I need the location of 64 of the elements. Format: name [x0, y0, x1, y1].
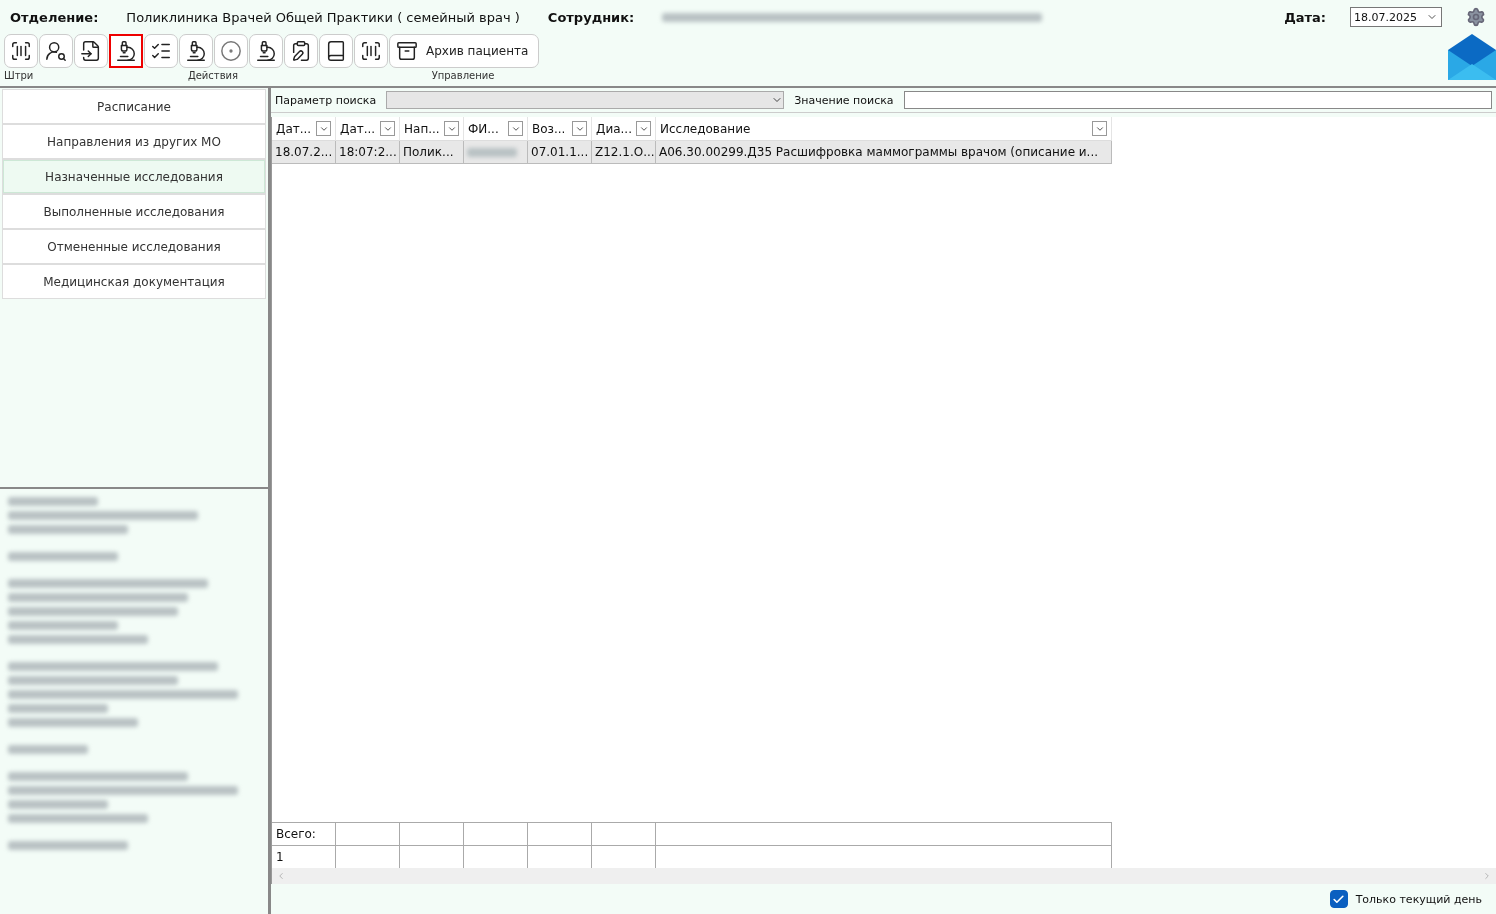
checkbox[interactable]	[1329, 890, 1348, 908]
sidebar-item[interactable]: Выполненные исследования	[2, 194, 266, 229]
document-icon	[80, 40, 102, 62]
search-value-label: Значение поиска	[794, 93, 894, 107]
microscope-icon	[185, 40, 207, 62]
toolbar-button[interactable]	[319, 34, 353, 68]
total-label: Всего:	[272, 822, 336, 845]
toolbar-button[interactable]	[284, 34, 318, 68]
date-label: Дата:	[1284, 9, 1326, 25]
department-name: Поликлиника Врачей Общей Практики ( семейный врач )	[126, 9, 520, 25]
table-cell: 18:07:2...	[336, 141, 400, 164]
group-label: Управление	[430, 69, 496, 81]
sidebar-item[interactable]: Назначенные исследования	[2, 159, 266, 194]
table-cell	[464, 822, 528, 845]
filter-button[interactable]	[636, 121, 651, 136]
clipboard-icon	[290, 40, 312, 62]
filter-button[interactable]	[316, 121, 331, 136]
date-field[interactable]: 18.07.2025	[1350, 7, 1442, 27]
checkbox-label: Только текущий день	[1355, 892, 1482, 906]
sidebar-item[interactable]: Расписание	[2, 89, 266, 124]
search-value-field[interactable]	[903, 91, 1492, 109]
barcode-icon	[10, 40, 32, 62]
table-cell	[528, 822, 592, 845]
archive-icon	[396, 40, 418, 62]
envelope-icon	[1448, 34, 1496, 80]
settings-icon[interactable]	[1466, 7, 1486, 27]
toolbar-button[interactable]	[354, 34, 388, 68]
search-parameter-label: Параметр поиска	[275, 93, 377, 107]
filter-button[interactable]	[444, 121, 459, 136]
table-cell: Z12.1.О...	[592, 141, 656, 164]
sidebar-item[interactable]: Направления из других МО	[2, 124, 266, 159]
toolbar-button[interactable]	[249, 34, 283, 68]
filter-button[interactable]	[508, 121, 523, 136]
disc-icon	[220, 40, 242, 62]
toolbar-button[interactable]	[74, 34, 108, 68]
toolbar-button[interactable]	[4, 34, 38, 68]
table-cell: 18.07.2...	[272, 141, 336, 164]
table-cell	[400, 822, 464, 845]
toolbar-button[interactable]	[109, 34, 143, 68]
toolbar-button[interactable]	[179, 34, 213, 68]
book-icon	[325, 40, 347, 62]
table-cell: Полик...	[400, 141, 464, 164]
table-cell: А06.30.00299.Д35 Расшифровка маммограммы врачом (описание и...	[656, 141, 1112, 164]
sidebar-item[interactable]: Отмененные исследования	[2, 229, 266, 264]
table-cell	[592, 822, 656, 845]
user-icon	[45, 40, 67, 62]
archive-button[interactable]: Архив пациента	[389, 34, 540, 68]
microscope-icon	[115, 40, 137, 62]
group-label: Штри	[4, 69, 35, 81]
table-cell: 07.01.1...	[528, 141, 592, 164]
toolbar-button[interactable]	[144, 34, 178, 68]
filter-button[interactable]	[380, 121, 395, 136]
microscope-icon	[255, 40, 277, 62]
blurred-text	[467, 147, 517, 157]
toolbar-button[interactable]	[39, 34, 73, 68]
group-label: Действия	[186, 69, 240, 81]
barcode-icon	[360, 40, 382, 62]
filter-button[interactable]	[572, 121, 587, 136]
filter-button[interactable]	[1092, 121, 1107, 136]
sidebar-item[interactable]: Медицинская документация	[2, 264, 266, 299]
table-cell	[336, 822, 400, 845]
department-label: Отделение:	[10, 9, 99, 25]
employee-label: Сотрудник:	[547, 9, 635, 25]
check-icon	[1332, 892, 1346, 906]
